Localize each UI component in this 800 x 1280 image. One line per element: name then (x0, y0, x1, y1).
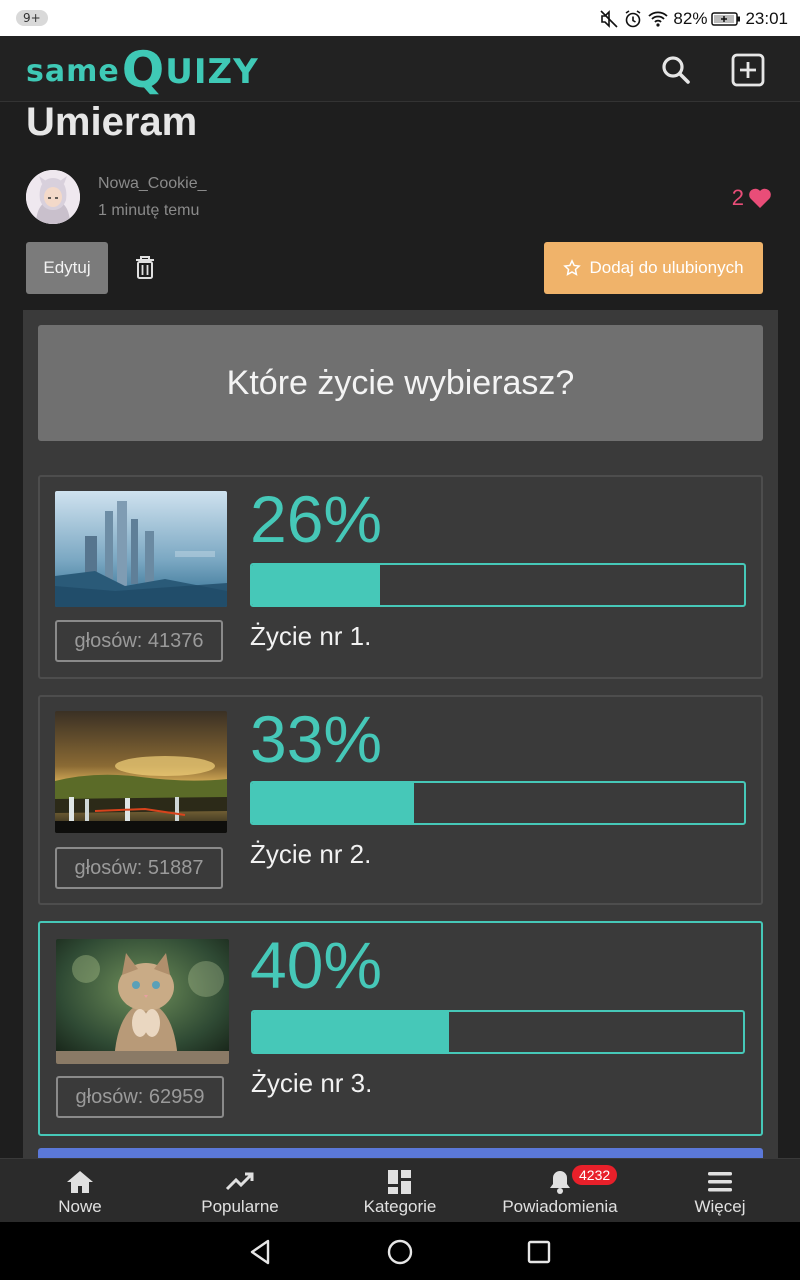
nav-item-categories[interactable]: Kategorie (320, 1159, 480, 1222)
next-action-button[interactable] (38, 1148, 763, 1158)
home-circle-icon (387, 1239, 413, 1265)
logo-uizy: UIZY (165, 52, 259, 92)
alarm-icon (625, 10, 641, 28)
mute-icon (600, 10, 618, 28)
status-bar: 9+ 82% 23:01 (0, 0, 800, 36)
bottom-navigation: Nowe Popularne Kategorie 4232 Powiadomie… (0, 1158, 800, 1222)
page-title: Umieram (26, 103, 198, 144)
nav-label: Powiadomienia (502, 1197, 618, 1216)
result-progress-fill (252, 783, 415, 823)
post-time: 1 minutę temu (98, 202, 200, 219)
avatar[interactable] (26, 170, 80, 224)
search-icon (662, 56, 690, 84)
recents-button[interactable] (524, 1237, 554, 1267)
futuristic-city-image (55, 491, 227, 607)
answer-percent: 33% (250, 702, 383, 776)
answer-percent: 26% (250, 482, 383, 556)
answer-option-1[interactable]: 26% Życie nr 1. głosów: 41376 (38, 475, 763, 679)
answer-percent: 40% (250, 928, 383, 1002)
bell-icon (550, 1171, 570, 1194)
delete-button[interactable] (132, 253, 158, 281)
question-text: Które życie wybierasz? (38, 325, 763, 441)
back-triangle-icon (250, 1239, 270, 1265)
dashboard-icon (388, 1170, 411, 1194)
result-progress-fill (253, 1012, 449, 1052)
logo-q: Q (121, 41, 166, 99)
back-button[interactable] (246, 1237, 276, 1267)
notification-badge: 4232 (572, 1165, 618, 1185)
vote-count-badge: głosów: 62959 (56, 1076, 224, 1118)
author-name[interactable]: Nowa_Cookie_ (98, 175, 207, 193)
answer-label: Życie nr 1. (250, 621, 372, 651)
stormy-landscape-waterfall-image (55, 711, 227, 833)
nav-label: Popularne (201, 1197, 279, 1216)
nav-item-notifications[interactable]: 4232 Powiadomienia (480, 1159, 640, 1222)
vote-count-badge: głosów: 41376 (55, 620, 223, 662)
battery-percent: 82% (673, 9, 708, 28)
result-progress-bar (250, 563, 746, 607)
result-progress-bar (250, 781, 746, 825)
nav-item-popular[interactable]: Popularne (160, 1159, 320, 1222)
quiz-panel: Które życie wybierasz? 26% Życie nr 1. g… (23, 310, 778, 1158)
create-quiz-button[interactable] (730, 52, 766, 88)
praying-kitten-image (56, 939, 229, 1064)
nav-label: Więcej (694, 1197, 746, 1216)
avatar-image (26, 170, 80, 224)
result-progress-bar (251, 1010, 745, 1054)
system-navigation-bar (0, 1222, 800, 1280)
nav-item-new[interactable]: Nowe (0, 1159, 160, 1222)
add-to-favorites-button[interactable]: Dodaj do ulubionych (544, 242, 763, 294)
samequizy-logo[interactable]: same Q UIZY (26, 42, 259, 96)
home-icon (67, 1171, 93, 1193)
star-outline-icon (563, 259, 582, 276)
notification-count-badge: 9+ (16, 10, 48, 26)
answer-option-3-selected[interactable]: 40% Życie nr 3. głosów: 62959 (38, 921, 763, 1136)
add-square-icon (731, 53, 765, 87)
vote-count-badge: głosów: 51887 (55, 847, 223, 889)
wifi-icon (648, 11, 669, 27)
like-counter[interactable]: 2 (732, 185, 772, 211)
search-button[interactable] (658, 52, 694, 88)
battery-icon (711, 12, 741, 26)
status-indicators: 82% 23:01 (599, 8, 788, 30)
trending-icon (225, 1172, 254, 1191)
heart-icon (749, 188, 771, 208)
nav-label: Kategorie (363, 1197, 437, 1216)
edit-button[interactable]: Edytuj (26, 242, 108, 294)
app-header: same Q UIZY (0, 36, 800, 102)
nav-label: Nowe (58, 1197, 102, 1216)
answer-label: Życie nr 2. (250, 839, 372, 869)
result-progress-fill (252, 565, 380, 605)
answer-option-2[interactable]: 33% Życie nr 2. głosów: 51887 (38, 695, 763, 905)
answer-label: Życie nr 3. (251, 1068, 373, 1098)
trash-icon (136, 256, 154, 279)
nav-item-more[interactable]: Więcej (640, 1159, 800, 1222)
quiz-results-page: Umieram Nowa_Cookie_ 1 minutę temu 2 Edy… (0, 103, 800, 1158)
logo-same: same (26, 54, 120, 89)
menu-icon (708, 1172, 732, 1192)
clock: 23:01 (745, 9, 788, 28)
home-button[interactable] (385, 1237, 415, 1267)
like-count: 2 (731, 185, 744, 210)
favorites-label: Dodaj do ulubionych (589, 258, 744, 277)
recents-square-icon (527, 1240, 551, 1264)
